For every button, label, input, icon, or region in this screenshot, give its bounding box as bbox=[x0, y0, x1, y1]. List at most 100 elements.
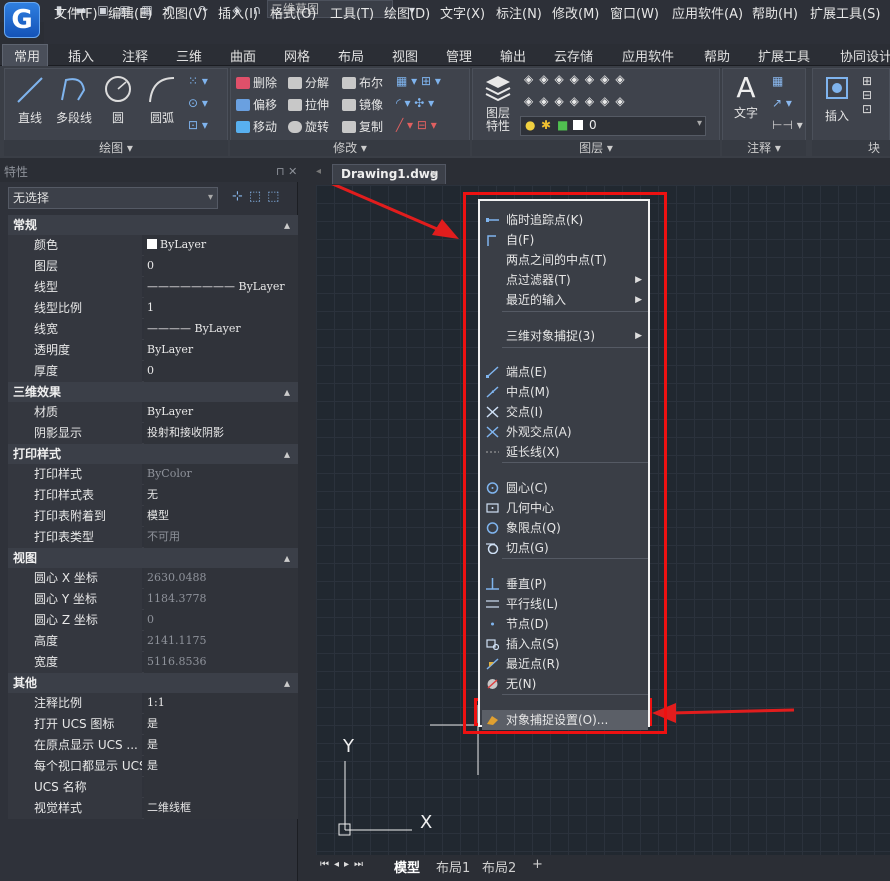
table-icon[interactable]: ▦ bbox=[772, 74, 783, 88]
property-value-cell[interactable]: 1184.3778 bbox=[144, 589, 298, 610]
selection-dropdown[interactable]: 无选择 ▾ bbox=[8, 187, 218, 209]
menu-item-osnap-settings[interactable]: 对象捕捉设置(O)... bbox=[482, 710, 648, 730]
property-row[interactable]: 圆心 Y 坐标 1184.3778 bbox=[8, 589, 298, 610]
layout-tab-2[interactable]: 布局2 bbox=[482, 857, 516, 876]
layer-properties-button[interactable]: 图层 特性 bbox=[478, 72, 518, 133]
property-value-cell[interactable]: 0 bbox=[144, 610, 298, 631]
array-icon[interactable]: ▦ ▾ ⊞ ▾ bbox=[396, 74, 441, 88]
menu-item-option-5[interactable]: 三维对象捕捉(3) ▶ bbox=[482, 326, 648, 346]
ribbon-tab-7[interactable]: 视图 bbox=[392, 46, 418, 65]
layout-tab-3[interactable]: + bbox=[532, 857, 543, 872]
property-row[interactable]: 透明度 ByLayer bbox=[8, 340, 298, 361]
offset-button[interactable]: 偏移 bbox=[236, 96, 277, 113]
menu-item-insertion[interactable]: 插入点(S) bbox=[482, 634, 648, 654]
menu-item-2[interactable]: 视图(V) bbox=[162, 3, 207, 22]
property-value-cell[interactable]: 2141.1175 bbox=[144, 631, 298, 652]
layout-tab-0[interactable]: 模型 bbox=[394, 857, 420, 876]
ribbon-tab-9[interactable]: 输出 bbox=[500, 46, 526, 65]
app-logo[interactable]: G bbox=[4, 2, 40, 38]
menu-item-nearest[interactable]: 最近点(R) bbox=[482, 654, 648, 674]
menu-item-tangent[interactable]: 切点(G) bbox=[482, 538, 648, 558]
ribbon-tab-0[interactable]: 常用 bbox=[14, 46, 40, 65]
property-value-cell[interactable]: 1:1 bbox=[144, 693, 298, 714]
property-row[interactable]: 宽度 5116.8536 bbox=[8, 652, 298, 673]
menu-item-perpendicular[interactable]: 垂直(P) bbox=[482, 574, 648, 594]
move-button[interactable]: 移动 bbox=[236, 118, 277, 135]
menu-item-midpoint[interactable]: 中点(M) bbox=[482, 382, 648, 402]
property-value-cell[interactable]: ByLayer bbox=[144, 235, 298, 256]
rectangle-icon[interactable]: ⊡ ▾ bbox=[188, 118, 208, 132]
collapse-icon[interactable]: ▴ bbox=[284, 548, 290, 568]
property-row[interactable]: 颜色 ByLayer bbox=[8, 235, 298, 256]
menu-item-7[interactable]: 文字(X) bbox=[440, 3, 485, 22]
menu-item-option-4[interactable]: 最近的输入 ▶ bbox=[482, 290, 648, 310]
property-row[interactable]: 阴影显示 投射和接收阴影 bbox=[8, 423, 298, 444]
ellipse-icon[interactable]: ⊙ ▾ bbox=[188, 96, 208, 110]
property-value-cell[interactable]: 2630.0488 bbox=[144, 568, 298, 589]
property-row[interactable]: 打开 UCS 图标是 bbox=[8, 714, 298, 735]
property-value-cell[interactable]: 模型 bbox=[144, 506, 298, 527]
menu-item-center[interactable]: 圆心(C) bbox=[482, 478, 648, 498]
copy-button[interactable]: 复制 bbox=[342, 118, 383, 135]
collapse-icon[interactable]: ▴ bbox=[284, 673, 290, 693]
block-tools-icon[interactable]: ⊞ ⊟ ⊡ bbox=[862, 74, 872, 116]
property-value-cell[interactable]: 5116.8536 bbox=[144, 652, 298, 673]
property-value-cell[interactable]: 二维线框 bbox=[144, 798, 298, 819]
text-button[interactable]: A 文字 bbox=[728, 72, 764, 121]
close-icon[interactable]: × bbox=[429, 165, 439, 183]
menu-item-apparent-intersection[interactable]: 外观交点(A) bbox=[482, 422, 648, 442]
property-row[interactable]: 在原点显示 UCS ... 是 bbox=[8, 735, 298, 756]
stretch-button[interactable]: 拉伸 bbox=[288, 96, 329, 113]
property-value-cell[interactable]: ———————— ByLayer bbox=[144, 277, 298, 298]
arc-button[interactable]: 圆弧 bbox=[142, 74, 182, 126]
menu-item-1[interactable]: 编辑(E) bbox=[108, 3, 152, 22]
property-value-cell[interactable]: 0 bbox=[144, 256, 298, 277]
ribbon-tab-3[interactable]: 三维 bbox=[176, 46, 202, 65]
property-section-header[interactable]: 其他 ▴ bbox=[8, 673, 298, 693]
mirror-button[interactable]: 镜像 bbox=[342, 96, 383, 113]
menu-item-parallel[interactable]: 平行线(L) bbox=[482, 594, 648, 614]
document-tab[interactable]: Drawing1.dwg × bbox=[332, 164, 446, 184]
menu-item-0[interactable]: 文件(F) bbox=[54, 3, 98, 22]
menu-item-10[interactable]: 窗口(W) bbox=[610, 3, 659, 22]
menu-item-option-3[interactable]: 点过滤器(T) ▶ bbox=[482, 270, 648, 290]
ribbon-tab-13[interactable]: 扩展工具 bbox=[758, 46, 810, 65]
explode-button[interactable]: 分解 bbox=[288, 74, 329, 91]
ribbon-tab-14[interactable]: 协同设计 bbox=[840, 46, 890, 65]
tab-menu-icon[interactable]: ◂ bbox=[316, 166, 321, 177]
property-row[interactable]: 圆心 Z 坐标 0 bbox=[8, 610, 298, 631]
property-value-cell[interactable]: 是 bbox=[144, 735, 298, 756]
circle-button[interactable]: 圆 bbox=[100, 74, 136, 126]
polyline-button[interactable]: 多段线 bbox=[52, 74, 96, 126]
property-value-cell[interactable]: ByLayer bbox=[144, 340, 298, 361]
menu-item-temp-track[interactable]: 临时追踪点(K) bbox=[482, 210, 648, 230]
boolean-button[interactable]: 布尔 bbox=[342, 74, 383, 91]
ribbon-tab-6[interactable]: 布局 bbox=[338, 46, 364, 65]
property-section-header[interactable]: 常规 ▴ bbox=[8, 215, 298, 235]
property-row[interactable]: 线宽 ———— ByLayer bbox=[8, 319, 298, 340]
insert-block-button[interactable]: 插入 bbox=[818, 72, 856, 124]
menu-item-extension[interactable]: 延长线(X) bbox=[482, 442, 648, 462]
ribbon-tab-2[interactable]: 注释 bbox=[122, 46, 148, 65]
property-value-cell[interactable]: 1 bbox=[144, 298, 298, 319]
menu-item-from[interactable]: 自(F) bbox=[482, 230, 648, 250]
menu-item-geometric-center[interactable]: 几何中心 bbox=[482, 498, 648, 518]
property-row[interactable]: 视觉样式 二维线框 bbox=[8, 798, 298, 819]
property-row[interactable]: 线型比例 1 bbox=[8, 298, 298, 319]
menu-item-4[interactable]: 格式(O) bbox=[270, 3, 316, 22]
menu-item-quadrant[interactable]: 象限点(Q) bbox=[482, 518, 648, 538]
leader-icon[interactable]: ↗ ▾ bbox=[772, 96, 792, 110]
block-panel-title[interactable]: 块 bbox=[812, 140, 890, 156]
property-value-cell[interactable]: ———— ByLayer bbox=[144, 319, 298, 340]
line-button[interactable]: 直线 bbox=[10, 74, 50, 126]
menu-item-node[interactable]: 节点(D) bbox=[482, 614, 648, 634]
ribbon-tab-11[interactable]: 应用软件 bbox=[622, 46, 674, 65]
layer-tools-row1[interactable]: ◈◈◈◈◈◈◈ bbox=[524, 72, 631, 86]
menu-item-13[interactable]: 扩展工具(S) bbox=[810, 3, 880, 22]
property-value-cell[interactable]: ByLayer bbox=[144, 402, 298, 423]
property-value-cell[interactable]: 不可用 bbox=[144, 527, 298, 548]
menu-item-endpoint[interactable]: 端点(E) bbox=[482, 362, 648, 382]
modify-panel-title[interactable]: 修改 ▾ bbox=[230, 140, 470, 156]
property-value-cell[interactable]: ByColor bbox=[144, 464, 298, 485]
property-row[interactable]: 线型 ———————— ByLayer bbox=[8, 277, 298, 298]
